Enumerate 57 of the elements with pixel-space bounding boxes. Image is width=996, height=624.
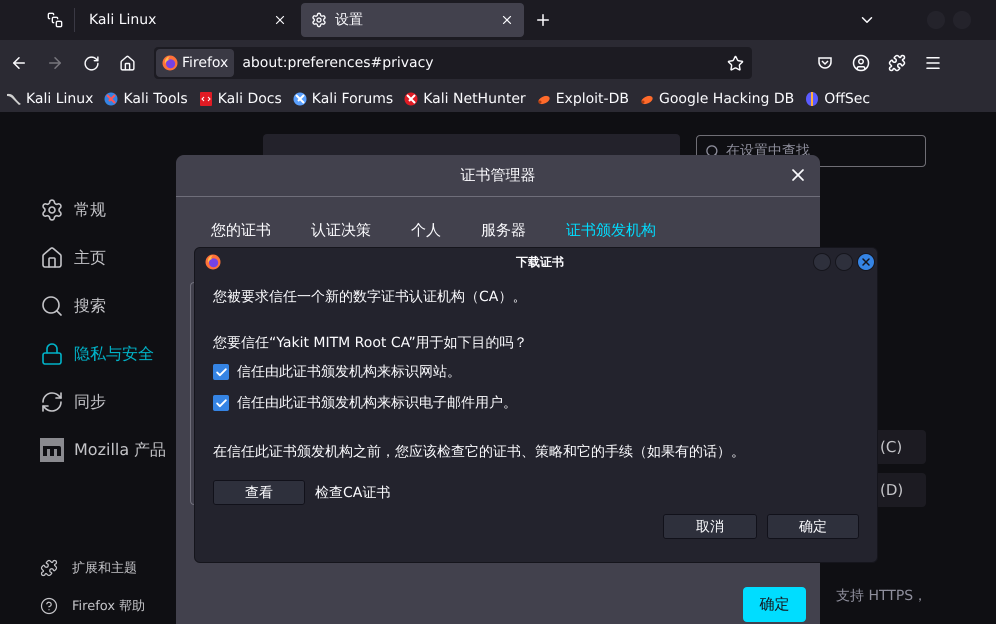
dialog-tab[interactable]: 服务器	[481, 221, 526, 240]
help-icon	[40, 597, 58, 615]
address-bar[interactable]: Firefox about:preferences#privacy	[154, 47, 752, 79]
lock-icon	[40, 342, 64, 366]
bookmark-favicon-icon	[292, 91, 308, 107]
bookmark-item[interactable]: Exploit-DB	[536, 91, 629, 107]
bookmark-item[interactable]: Google Hacking DB	[638, 91, 794, 107]
advice-text: 在信任此证书颁发机构之前，您应该检查它的证书、策略和它的手续（如果有的话）。	[213, 443, 746, 461]
settings-icon	[40, 198, 64, 222]
settings-icon	[311, 12, 327, 28]
intro-text: 您被要求信任一个新的数字证书认证机构（CA）。	[213, 288, 528, 306]
dialog-tab[interactable]: 个人	[411, 221, 441, 240]
bookmark-item[interactable]: Kali Linux	[6, 91, 94, 107]
close-tab-icon[interactable]	[273, 13, 287, 27]
close-icon[interactable]	[857, 253, 875, 271]
bookmark-item[interactable]: Kali NetHunter	[403, 91, 526, 107]
puzzle-icon	[40, 559, 58, 577]
mozilla-m-icon	[40, 438, 64, 462]
question-text: 您要信任“Yakit MITM Root CA”用于如下目的吗？	[213, 334, 529, 352]
browser-tab[interactable]: 设置	[301, 3, 524, 37]
dialog-title: 下载证书	[516, 254, 564, 270]
ok-button[interactable]: 确定	[767, 514, 859, 539]
search-icon	[40, 294, 64, 318]
bookmark-item[interactable]: Kali Tools	[103, 91, 188, 107]
page-button[interactable]: (C)	[878, 430, 926, 464]
checkbox[interactable]	[213, 395, 229, 411]
home-icon	[40, 246, 64, 270]
cancel-button[interactable]: 取消	[663, 514, 757, 539]
bookmark-favicon-icon	[403, 91, 420, 107]
dialog-tab[interactable]: 您的证书	[211, 221, 271, 240]
bookmark-item[interactable]: Kali Docs	[198, 91, 282, 107]
checkbox-label: 信任由此证书颁发机构来标识网站。	[237, 363, 461, 381]
view-button[interactable]: 查看	[213, 480, 305, 505]
page-button[interactable]: (D)	[878, 473, 926, 507]
bookmark-item[interactable]: OffSec	[804, 91, 870, 107]
bookmark-favicon-icon	[6, 91, 22, 107]
bookmark-favicon-icon	[804, 91, 820, 107]
checkbox[interactable]	[213, 364, 229, 380]
bookmark-item[interactable]: Kali Forums	[292, 91, 394, 107]
dialog-tab[interactable]: 证书颁发机构	[566, 221, 656, 240]
identity-button[interactable]: Firefox	[156, 49, 234, 77]
browser-tab[interactable]: Kali Linux	[79, 3, 297, 37]
sidebar-link[interactable]: Firefox 帮助	[40, 594, 250, 618]
dialog-title: 证书管理器	[460, 166, 536, 185]
view-label: 检查CA证书	[315, 484, 390, 502]
bookmark-favicon-icon	[198, 91, 214, 107]
ok-button[interactable]: 确定	[743, 587, 806, 622]
bookmark-favicon-icon	[103, 91, 120, 107]
firefox-logo-icon	[205, 254, 221, 270]
checkbox-label: 信任由此证书颁发机构来标识电子邮件用户。	[237, 394, 517, 412]
sidebar-link[interactable]: 扩展和主题	[40, 556, 250, 580]
page-text: 支持 HTTPS，	[836, 587, 928, 605]
dialog-tab[interactable]: 认证决策	[311, 221, 371, 240]
firefox-logo-icon	[162, 55, 178, 71]
sync-icon	[40, 390, 64, 414]
url-text: about:preferences#privacy	[242, 55, 435, 71]
close-tab-icon[interactable]	[500, 13, 514, 27]
